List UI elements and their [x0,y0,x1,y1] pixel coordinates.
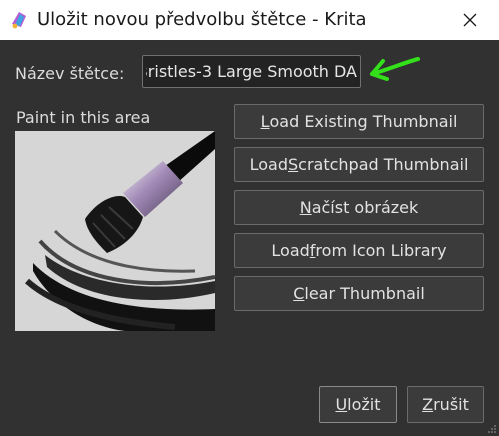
clear-thumbnail-button[interactable]: Clear Thumbnail [234,276,484,311]
resize-grip-icon[interactable] [487,424,497,434]
save-button[interactable]: Uložit [319,386,397,423]
load-from-icon-library-button[interactable]: Load f rom Icon Library [234,233,484,268]
close-button[interactable] [441,0,499,40]
brush-name-label: Název štětce: [15,64,125,83]
load-image-button[interactable]: Načíst obrázek [234,190,484,225]
thumbnail-paint-area[interactable] [15,131,215,331]
load-existing-thumbnail-button[interactable]: Load Existing Thumbnail [234,104,484,139]
load-scratchpad-thumbnail-button[interactable]: Load Scratchpad Thumbnail [234,147,484,182]
krita-icon [12,12,26,29]
cancel-button[interactable]: Zrušit [407,386,484,423]
brush-name-input[interactable] [142,55,361,88]
brush-thumbnail-image [25,131,215,331]
close-icon [463,13,477,27]
window-title: Uložit novou předvolbu štětce - Krita [37,9,367,30]
paint-area-label: Paint in this area [16,108,151,127]
green-arrow-icon [370,57,420,81]
title-bar: Uložit novou předvolbu štětce - Krita [0,0,499,40]
